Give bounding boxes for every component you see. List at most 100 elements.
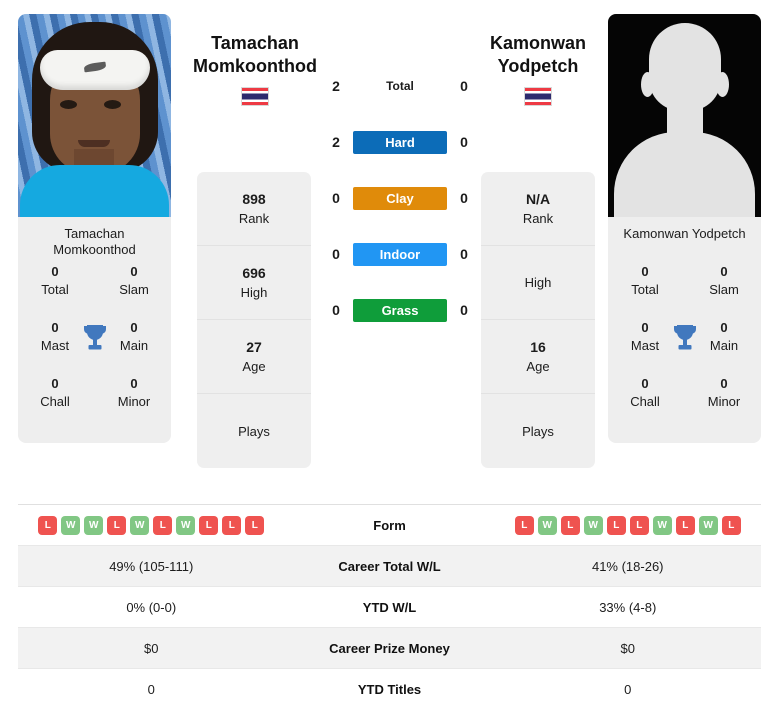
player-stats-column-left: 898 Rank 696 High 27 Age Plays: [197, 172, 311, 468]
player-photo-caption-right: Kamonwan Yodpetch: [623, 226, 746, 241]
surface-indoor-bar[interactable]: Indoor: [353, 242, 447, 266]
form-badge-loss[interactable]: L: [514, 515, 534, 535]
surface-indoor-right-value: 0: [460, 246, 468, 262]
form-badge-win[interactable]: W: [698, 515, 718, 535]
table-label-career-total-wl: Career Total W/L: [338, 558, 441, 574]
stat-rank-value-right: N/A: [525, 190, 551, 207]
surface-total-left-value: 2: [332, 78, 340, 94]
titles-chall-label-right: Chall: [630, 394, 660, 409]
titles-grid-right: 0 Total 0 Slam 0 Mast 0 Main 0 Chall 0 M…: [608, 261, 761, 443]
titles-total-label-right: Total: [631, 282, 659, 297]
surface-grass-bar[interactable]: Grass: [353, 298, 447, 322]
titles-main-label-right: Main: [709, 338, 739, 353]
player-comparison-page: Tamachan Momkoonthod 0 Total 0 Slam 0 Ma…: [0, 0, 779, 719]
titles-chall-label-left: Chall: [40, 394, 70, 409]
player-card-right[interactable]: Kamonwan Yodpetch 0 Total 0 Slam 0 Mast: [608, 14, 761, 443]
form-badge-win[interactable]: W: [84, 515, 104, 535]
stat-rank-label-right: Rank: [522, 210, 554, 226]
titles-mast-left: 0 Mast: [28, 319, 82, 355]
form-badge-loss[interactable]: L: [629, 515, 649, 535]
titles-mast-label-left: Mast: [40, 338, 70, 353]
surface-hard-bar[interactable]: Hard: [353, 130, 447, 154]
form-badge-win[interactable]: W: [130, 515, 150, 535]
titles-row-chall-minor-right: 0 Chall 0 Minor: [608, 375, 761, 431]
titles-grid-left: 0 Total 0 Slam 0 Mast 0 Main 0 Chall 0 M…: [18, 261, 171, 443]
titles-total-value-left: 0: [51, 264, 59, 279]
stat-age-value-right: 16: [530, 338, 546, 355]
form-badge-win[interactable]: W: [537, 515, 557, 535]
player-name-header-left: Tamachan Momkoonthod: [165, 32, 345, 106]
surface-clay-left-value: 0: [332, 190, 340, 206]
titles-minor-label-left: Minor: [117, 394, 151, 409]
titles-mast-label-right: Mast: [630, 338, 660, 353]
photo-eye-left: [60, 100, 77, 109]
surface-row-clay: 0 Clay 0: [325, 170, 475, 226]
form-badge-loss[interactable]: L: [107, 515, 127, 535]
player-photo-right: [608, 14, 761, 217]
player-name-line1-left: Tamachan: [211, 33, 299, 53]
form-cell-left: LWWLWLWLLL: [18, 515, 285, 535]
stat-rank-value-left: 898: [242, 190, 266, 207]
titles-main-value-left: 0: [130, 320, 138, 335]
silhouette-ear-right: [716, 72, 729, 97]
form-badge-win[interactable]: W: [652, 515, 672, 535]
career-prize-money-right: $0: [620, 640, 635, 656]
photo-visor-shape: [40, 50, 150, 90]
titles-slam-value-left: 0: [130, 264, 138, 279]
form-badge-win[interactable]: W: [176, 515, 196, 535]
titles-minor-value-right: 0: [720, 376, 728, 391]
titles-minor-left: 0 Minor: [107, 375, 161, 411]
titles-row-total-slam-right: 0 Total 0 Slam: [608, 263, 761, 319]
form-badge-loss[interactable]: L: [199, 515, 219, 535]
thailand-flag-icon: [241, 87, 269, 106]
surface-indoor-left-value: 0: [332, 246, 340, 262]
titles-minor-value-left: 0: [130, 376, 138, 391]
player-photo-left: [18, 14, 171, 217]
stat-high-label-left: High: [240, 284, 268, 300]
ytd-wl-right: 33% (4-8): [599, 599, 657, 615]
stat-rank-left: 898 Rank: [197, 172, 311, 246]
ytd-titles-left: 0: [147, 682, 155, 697]
head-to-head-top: Tamachan Momkoonthod 0 Total 0 Slam 0 Ma…: [0, 0, 779, 490]
form-badge-win[interactable]: W: [583, 515, 603, 535]
titles-chall-left: 0 Chall: [28, 375, 82, 411]
photo-mouth-shape: [78, 140, 110, 147]
form-badge-loss[interactable]: L: [721, 515, 741, 535]
titles-minor-label-right: Minor: [707, 394, 741, 409]
titles-chall-value-left: 0: [51, 376, 59, 391]
stat-plays-label-left: Plays: [238, 423, 270, 439]
surface-clay-right-value: 0: [460, 190, 468, 206]
form-badges-right: LWLWLLWLWL: [495, 515, 762, 535]
surface-row-grass: 0 Grass 0: [325, 282, 475, 338]
surface-clay-bar[interactable]: Clay: [353, 186, 447, 210]
titles-chall-value-right: 0: [641, 376, 649, 391]
player-card-left[interactable]: Tamachan Momkoonthod 0 Total 0 Slam 0 Ma…: [18, 14, 171, 443]
stat-plays-right: Plays: [481, 394, 595, 468]
stat-age-label-left: Age: [242, 358, 266, 374]
surface-hard-left-value: 2: [332, 134, 340, 150]
form-badge-win[interactable]: W: [61, 515, 81, 535]
titles-main-right: 0 Main: [697, 319, 751, 355]
titles-mast-value-right: 0: [641, 320, 649, 335]
silhouette-head-shape: [649, 23, 721, 111]
titles-mast-right: 0 Mast: [618, 319, 672, 355]
stat-age-value-left: 27: [246, 338, 262, 355]
form-badge-loss[interactable]: L: [675, 515, 695, 535]
player-name-line2-left: Momkoonthod: [193, 56, 317, 76]
form-badge-loss[interactable]: L: [245, 515, 265, 535]
stat-age-right: 16 Age: [481, 320, 595, 394]
form-badge-loss[interactable]: L: [606, 515, 626, 535]
form-badge-loss[interactable]: L: [560, 515, 580, 535]
stat-high-left: 696 High: [197, 246, 311, 320]
form-badge-loss[interactable]: L: [222, 515, 242, 535]
titles-slam-label-left: Slam: [119, 282, 149, 297]
thailand-flag-icon: [524, 87, 552, 106]
player-name-line2-right: Yodpetch: [497, 56, 579, 76]
titles-minor-right: 0 Minor: [697, 375, 751, 411]
form-badge-loss[interactable]: L: [38, 515, 58, 535]
form-badge-loss[interactable]: L: [153, 515, 173, 535]
surface-grass-right-value: 0: [460, 302, 468, 318]
table-label-ytd-wl: YTD W/L: [362, 599, 417, 615]
table-row-career-total-wl: 49% (105-111) Career Total W/L 41% (18-2…: [18, 546, 761, 587]
titles-total-right: 0 Total: [618, 263, 672, 299]
